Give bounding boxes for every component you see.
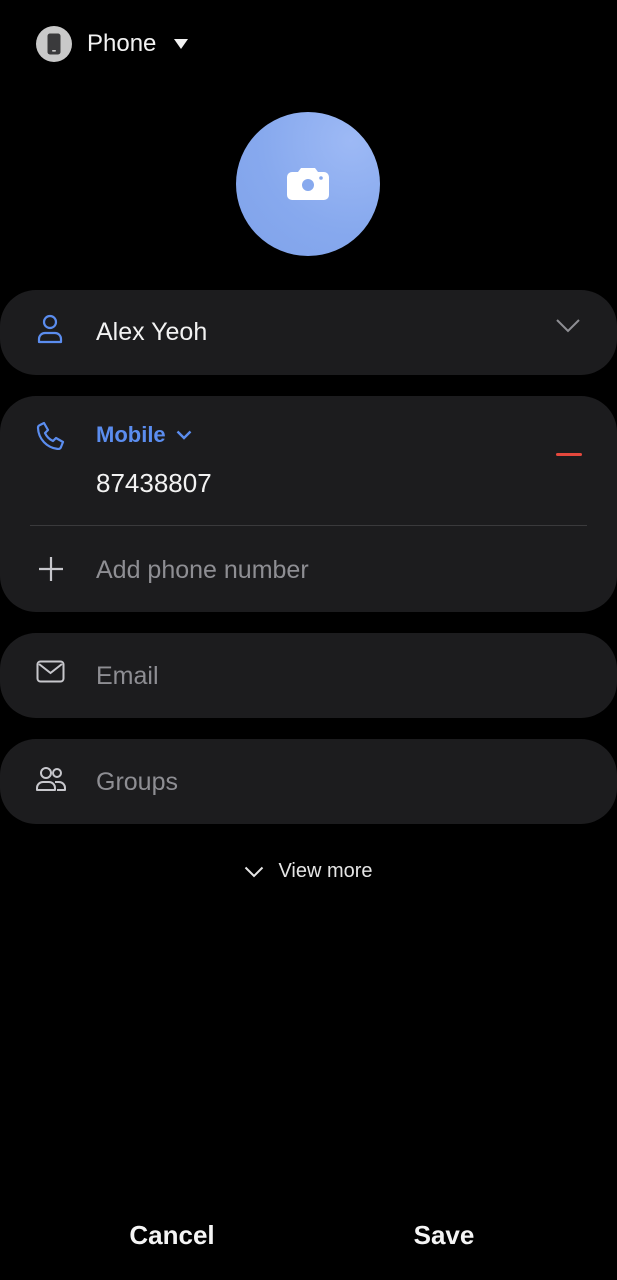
- chevron-down-icon: [245, 866, 264, 877]
- add-phone-number-button[interactable]: Add phone number: [0, 526, 617, 612]
- chevron-down-icon[interactable]: [555, 318, 581, 339]
- phone-card: Mobile 87438807 Add phone number: [0, 396, 617, 612]
- caret-down-icon: [174, 39, 189, 49]
- cancel-button[interactable]: Cancel: [72, 1220, 272, 1251]
- contact-photo-button[interactable]: [236, 112, 380, 256]
- phone-type-label: Mobile: [96, 422, 166, 447]
- groups-field[interactable]: Groups: [96, 768, 178, 797]
- name-field[interactable]: Alex Yeoh: [96, 318, 207, 347]
- save-button[interactable]: Save: [344, 1220, 544, 1251]
- view-more-label: View more: [278, 860, 373, 882]
- phone-icon: [36, 420, 66, 455]
- plus-icon: [38, 556, 64, 587]
- remove-phone-button[interactable]: [556, 453, 582, 456]
- add-phone-number-label: Add phone number: [96, 556, 309, 584]
- storage-label: Phone: [87, 30, 157, 57]
- storage-selector[interactable]: Phone: [36, 26, 189, 62]
- view-more-button[interactable]: View more: [0, 860, 617, 883]
- chevron-down-icon: [176, 430, 192, 440]
- envelope-icon: [36, 660, 65, 689]
- groups-icon: [36, 766, 66, 797]
- person-icon: [36, 314, 64, 349]
- email-field[interactable]: Email: [96, 662, 159, 691]
- name-card[interactable]: Alex Yeoh: [0, 290, 617, 375]
- phone-device-icon: [36, 26, 72, 62]
- camera-icon: [287, 168, 329, 200]
- phone-number-field[interactable]: 87438807: [96, 468, 212, 499]
- groups-card[interactable]: Groups: [0, 739, 617, 824]
- email-card[interactable]: Email: [0, 633, 617, 718]
- phone-type-dropdown[interactable]: Mobile: [96, 422, 192, 448]
